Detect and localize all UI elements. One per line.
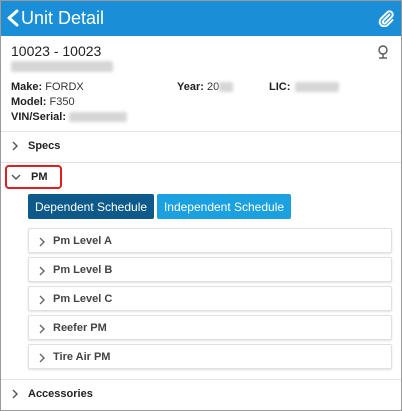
attachments-button[interactable]: [375, 7, 397, 29]
page-title: Unit Detail: [21, 8, 105, 28]
pin-icon[interactable]: [375, 44, 391, 60]
section-specs[interactable]: Specs: [1, 132, 401, 160]
year-row: Year: 20: [177, 81, 234, 93]
lic-label: LIC:: [269, 81, 291, 93]
pm-item[interactable]: Pm Level A: [28, 228, 392, 253]
pm-item[interactable]: Pm Level B: [28, 257, 392, 282]
chevron-right-icon: [12, 141, 18, 151]
dependent-schedule-button[interactable]: Dependent Schedule: [28, 194, 154, 219]
pm-item[interactable]: Pm Level C: [28, 286, 392, 311]
model-label: Model:: [11, 96, 47, 108]
chevron-right-icon: [39, 353, 45, 363]
section-pm-label: PM: [31, 171, 48, 183]
pm-item[interactable]: Tire Air PM: [28, 344, 392, 369]
make-row: Make: FORDX: [11, 81, 84, 93]
header-bar: Unit Detail: [1, 1, 401, 36]
section-specs-label: Specs: [28, 140, 61, 152]
vin-row: VIN/Serial:: [11, 111, 128, 123]
unit-id-title: 10023 - 10023: [11, 43, 102, 59]
model-row: Model: F350: [11, 96, 75, 108]
chevron-down-icon: [11, 174, 21, 180]
chevron-right-icon: [39, 295, 45, 305]
chevron-right-icon: [39, 266, 45, 276]
pm-item[interactable]: Reefer PM: [28, 315, 392, 340]
pm-item-label: Pm Level B: [53, 264, 113, 276]
year-redacted: [219, 82, 234, 93]
chevron-left-icon: [7, 9, 19, 27]
section-accessories[interactable]: Accessories: [1, 380, 401, 408]
chevron-right-icon: [39, 324, 45, 334]
back-button[interactable]: [3, 6, 23, 30]
lic-row: LIC:: [269, 81, 340, 93]
independent-schedule-button[interactable]: Independent Schedule: [157, 194, 291, 219]
pm-item-label: Tire Air PM: [53, 351, 111, 363]
chevron-right-icon: [39, 237, 45, 247]
make-label: Make:: [11, 81, 43, 93]
vin-redacted: [69, 112, 128, 123]
model-value: F350: [49, 96, 75, 108]
year-value: 20: [206, 81, 220, 93]
section-pm[interactable]: PM: [1, 163, 401, 191]
vin-label: VIN/Serial:: [11, 111, 67, 123]
paperclip-icon: [378, 10, 394, 27]
unit-description-redacted: [11, 61, 113, 72]
app-frame: Unit Detail 10023 - 10023 Make: FORDX Ye…: [0, 0, 402, 411]
section-accessories-label: Accessories: [28, 388, 93, 400]
year-label: Year:: [177, 81, 204, 93]
pm-item-label: Pm Level C: [53, 293, 113, 305]
make-value: FORDX: [45, 81, 84, 93]
pm-item-label: Reefer PM: [53, 322, 107, 334]
lic-redacted: [295, 82, 340, 93]
chevron-right-icon: [12, 389, 18, 399]
pm-item-label: Pm Level A: [53, 235, 112, 247]
